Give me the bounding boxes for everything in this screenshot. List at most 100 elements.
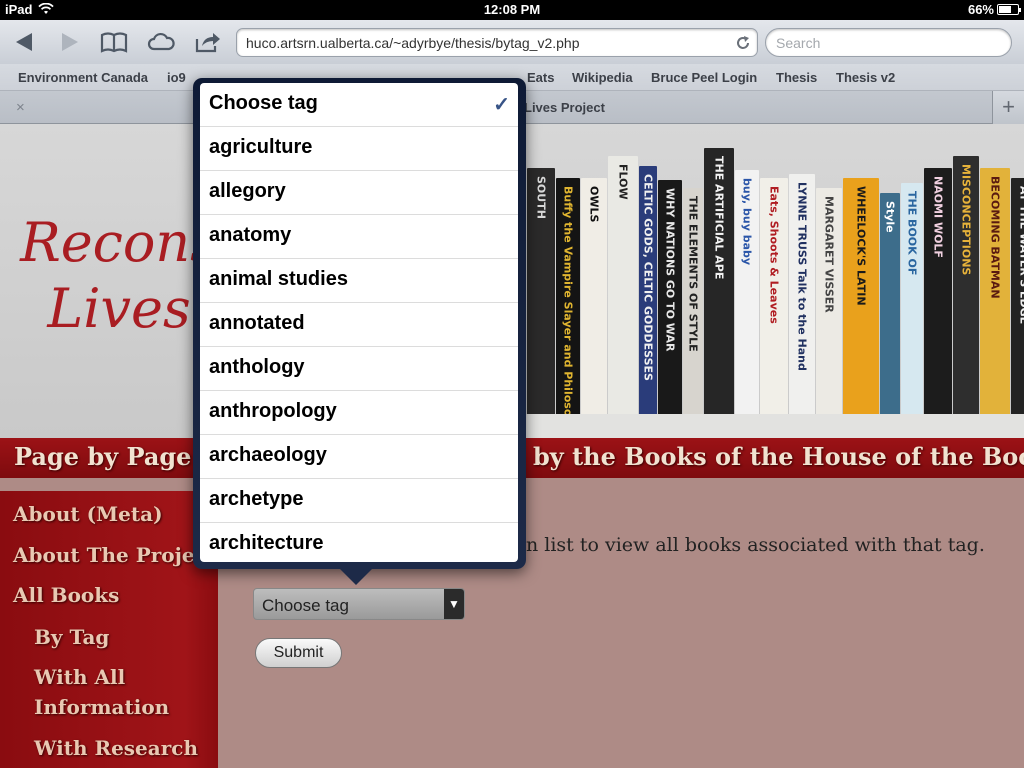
tag-option[interactable]: archetype — [200, 479, 518, 523]
tag-option-label: architecture — [209, 532, 324, 554]
bookmark-wikipedia[interactable]: Wikipedia — [572, 70, 633, 85]
submit-button[interactable]: Submit — [255, 638, 342, 668]
bookmark-partial-eats[interactable]: Eats — [527, 70, 554, 85]
url-text: huco.artsrn.ualberta.ca/~adyrbye/thesis/… — [246, 35, 580, 51]
tag-option-label: agriculture — [209, 136, 313, 158]
tag-select[interactable]: Choose tag ▼ — [253, 588, 465, 620]
nav-about-meta[interactable]: About (Meta) — [13, 502, 163, 526]
tab-close-icon[interactable]: × — [16, 99, 25, 116]
tag-option[interactable]: Choose tag ✓ — [200, 83, 518, 127]
book-spine: Buffy the Vampire Slayer and Philosophy — [556, 178, 580, 418]
book-spine-title: MARGARET VISSER — [822, 196, 836, 313]
book-spine-title: buy, buy baby — [740, 178, 754, 266]
reload-icon[interactable] — [733, 33, 753, 53]
status-bar: iPad 12:08 PM 66% — [0, 0, 1024, 20]
tab-title: Lives Project — [524, 100, 605, 115]
book-spine-title: LYNNE TRUSS Talk to the Hand — [795, 182, 809, 371]
tag-option[interactable]: allegory — [200, 171, 518, 215]
checkmark-icon: ✓ — [493, 94, 510, 116]
forward-icon[interactable] — [54, 28, 84, 56]
bookmark-environment-canada[interactable]: Environment Canada — [18, 70, 148, 85]
battery-percent: 66% — [967, 2, 994, 17]
tag-select-value: Choose tag — [262, 596, 349, 615]
bookmarks-icon[interactable] — [99, 28, 129, 56]
browser-toolbar: huco.artsrn.ualberta.ca/~adyrbye/thesis/… — [0, 20, 1024, 64]
tag-option[interactable]: animal studies — [200, 259, 518, 303]
tag-option-label: anthropology — [209, 400, 337, 422]
select-arrow-icon: ▼ — [444, 589, 464, 619]
book-spine-title: THE ARTIFICIAL APE — [712, 156, 726, 280]
bookmark-io9[interactable]: io9 — [167, 70, 186, 85]
book-spine-title: AT THE WATER'S EDGE — [1017, 186, 1024, 325]
book-spine-title: BECOMING BATMAN — [988, 176, 1002, 299]
tag-option-list: Choose tag ✓ agriculture allegory anatomy ani… — [200, 83, 518, 562]
book-spine: THE BOOK OF — [901, 183, 923, 418]
book-spine: buy, buy baby — [735, 170, 759, 418]
tag-option-label: anatomy — [209, 224, 292, 246]
tag-option[interactable]: annotated — [200, 303, 518, 347]
book-spine-title: NAOMI WOLF — [931, 176, 945, 258]
book-spine: NAOMI WOLF — [924, 168, 952, 418]
book-spine-title: THE ELEMENTS OF STYLE — [686, 196, 700, 352]
share-icon[interactable] — [193, 28, 223, 56]
bookmark-thesis[interactable]: Thesis — [776, 70, 817, 85]
tag-option[interactable]: architecture — [200, 523, 518, 562]
book-spine-title: Buffy the Vampire Slayer and Philosophy — [561, 186, 575, 418]
book-spine: WHY NATIONS GO TO WAR — [658, 180, 682, 418]
nav-with-all-info-line1[interactable]: With All — [34, 665, 125, 689]
search-field[interactable] — [765, 28, 1012, 57]
book-spine: THE ARTIFICIAL APE — [704, 148, 734, 418]
book-spine-title: CELTIC GODS, CELTIC GODDESSES — [641, 174, 655, 381]
book-spine: SOUTH — [527, 168, 555, 418]
tag-option[interactable]: agriculture — [200, 127, 518, 171]
nav-about-project[interactable]: About The Project — [13, 543, 216, 567]
subtitle-text-right: by the Books of the House of the Books — [533, 442, 1024, 471]
search-input[interactable] — [776, 34, 1001, 52]
nav-all-books[interactable]: All Books — [13, 583, 119, 607]
tag-option[interactable]: archaeology — [200, 435, 518, 479]
tag-option[interactable]: anatomy — [200, 215, 518, 259]
book-spine: FLOW — [608, 156, 638, 418]
bookmark-thesis-v2[interactable]: Thesis v2 — [836, 70, 895, 85]
battery-level — [999, 6, 1011, 13]
book-spine-title: WHY NATIONS GO TO WAR — [663, 188, 677, 352]
tag-option-label: animal studies — [209, 268, 348, 290]
book-spine: Eats, Shoots & Leaves — [760, 178, 788, 418]
book-spine: MISCONCEPTIONS — [953, 156, 979, 418]
book-spine-title: MISCONCEPTIONS — [959, 164, 973, 276]
book-spine-title: FLOW — [616, 164, 630, 200]
book-spine: WHEELOCK'S LATIN — [843, 178, 879, 418]
bookshelf-surface — [515, 414, 1024, 438]
popover-pointer — [338, 567, 374, 585]
book-spine-title: THE BOOK OF — [905, 191, 919, 276]
tag-option[interactable]: anthropology — [200, 391, 518, 435]
book-spine-title: WHEELOCK'S LATIN — [854, 186, 868, 306]
nav-by-tag[interactable]: By Tag — [34, 625, 109, 649]
book-spine-title: OWLS — [587, 186, 601, 223]
tag-option[interactable]: anthology — [200, 347, 518, 391]
url-field[interactable]: huco.artsrn.ualberta.ca/~adyrbye/thesis/… — [236, 28, 758, 57]
book-spine: AT THE WATER'S EDGE — [1011, 178, 1024, 418]
bookmark-bruce-peel-login[interactable]: Bruce Peel Login — [651, 70, 757, 85]
tag-option-label: Choose tag — [209, 92, 318, 114]
book-spine: OWLS — [581, 178, 607, 418]
tag-option-label: archetype — [209, 488, 304, 510]
book-spine-title: Eats, Shoots & Leaves — [767, 186, 781, 324]
book-spine: CELTIC GODS, CELTIC GODDESSES — [639, 166, 657, 418]
back-icon[interactable] — [10, 28, 40, 56]
sidebar-nav: About (Meta) About The Project All Books… — [0, 491, 218, 768]
clock: 12:08 PM — [483, 2, 541, 17]
nav-with-research[interactable]: With Research — [34, 736, 198, 760]
book-spine-title: Style — [883, 201, 897, 233]
tag-option-label: archaeology — [209, 444, 327, 466]
tag-option-label: annotated — [209, 312, 305, 334]
nav-with-all-info-line2[interactable]: Information — [34, 695, 169, 719]
tag-option-label: anthology — [209, 356, 305, 378]
book-spine: Style — [880, 193, 900, 418]
book-spine-title: SOUTH — [534, 176, 548, 219]
tag-picker-popover: Choose tag ✓ agriculture allegory anatomy ani… — [193, 78, 526, 585]
icloud-tabs-icon[interactable] — [146, 28, 176, 56]
instruction-text: n list to view all books associated with… — [526, 534, 985, 556]
new-tab-button[interactable]: + — [992, 91, 1024, 124]
book-spine: MARGARET VISSER — [816, 188, 842, 418]
